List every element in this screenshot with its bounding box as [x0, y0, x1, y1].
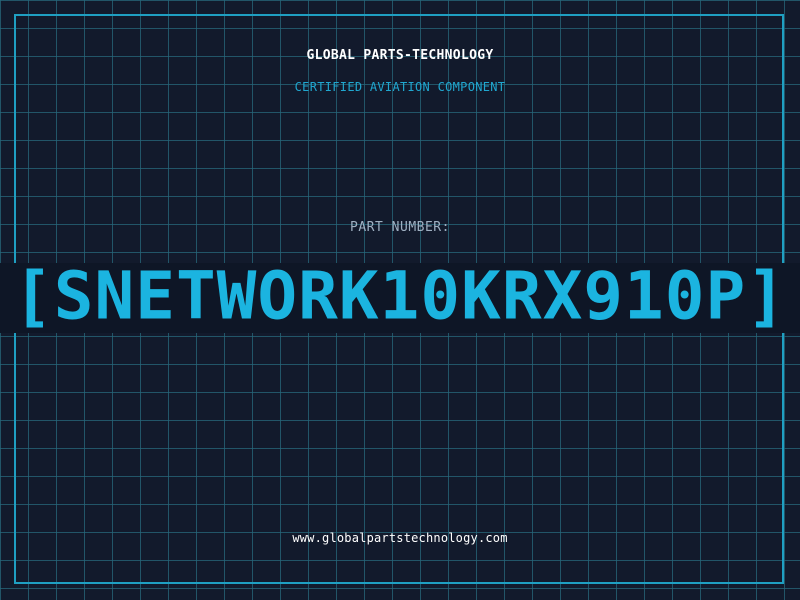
company-name: GLOBAL PARTS-TECHNOLOGY	[306, 48, 494, 63]
part-number-value: [SNETWORK10KRX910P]	[13, 263, 787, 333]
website-url: www.globalpartstechnology.com	[292, 531, 508, 545]
part-number-band: [SNETWORK10KRX910P]	[0, 263, 800, 333]
part-number-label: PART NUMBER:	[350, 220, 450, 235]
part-label-card: GLOBAL PARTS-TECHNOLOGY CERTIFIED AVIATI…	[0, 0, 800, 600]
certification-subtitle: CERTIFIED AVIATION COMPONENT	[294, 80, 506, 94]
